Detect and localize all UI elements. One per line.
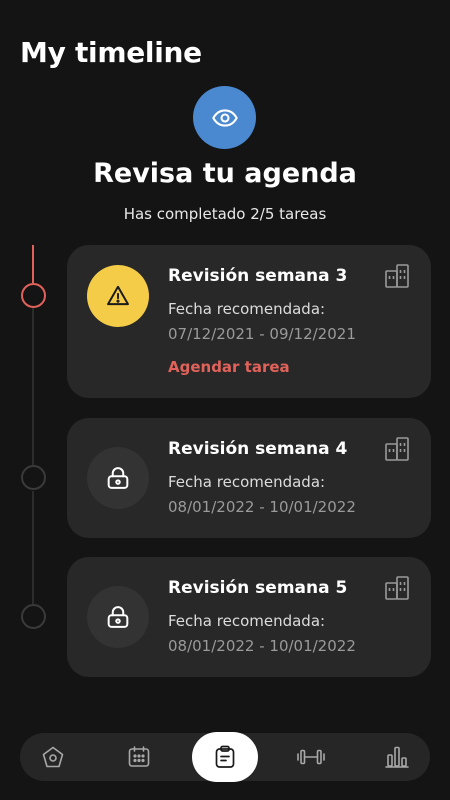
calendar-icon xyxy=(128,746,150,767)
lock-icon xyxy=(87,586,149,648)
dumbbell-icon xyxy=(297,749,325,765)
card-title: Revisión semana 3 xyxy=(168,266,348,286)
nav-calendar-button[interactable] xyxy=(106,733,172,781)
page-title: My timeline xyxy=(20,36,202,69)
warning-icon xyxy=(87,265,149,327)
timeline-dot-current xyxy=(21,283,46,308)
card-dates: 08/01/2022 - 10/01/2022 xyxy=(168,637,356,655)
building-icon xyxy=(385,437,409,461)
clipboard-icon xyxy=(215,745,235,768)
lock-icon xyxy=(87,447,149,509)
bottom-navigation xyxy=(20,732,430,782)
nav-stats-button[interactable] xyxy=(364,733,430,781)
schedule-task-link[interactable]: Agendar tarea xyxy=(168,358,290,376)
agenda-title: Revisa tu agenda xyxy=(93,158,357,189)
nav-workout-button[interactable] xyxy=(278,733,344,781)
timeline-line xyxy=(32,491,34,604)
timeline-line xyxy=(32,308,34,465)
card-date-label: Fecha recomendada: xyxy=(168,612,326,630)
progress-subtitle: Has completado 2/5 tareas xyxy=(123,205,327,223)
task-card-week-4[interactable]: Revisión semana 4 Fecha recomendada: 08/… xyxy=(67,418,431,538)
eye-icon xyxy=(193,86,256,149)
bar-chart-icon xyxy=(385,746,409,768)
building-icon xyxy=(385,264,409,288)
building-icon xyxy=(385,576,409,600)
card-dates: 08/01/2022 - 10/01/2022 xyxy=(168,498,356,516)
task-card-week-5[interactable]: Revisión semana 5 Fecha recomendada: 08/… xyxy=(67,557,431,677)
card-date-label: Fecha recomendada: xyxy=(168,473,326,491)
card-dates: 07/12/2021 - 09/12/2021 xyxy=(168,325,356,343)
timeline-dot xyxy=(21,465,46,490)
card-title: Revisión semana 5 xyxy=(168,578,348,598)
nav-tasks-button[interactable] xyxy=(192,732,258,782)
timeline-line-active xyxy=(32,245,34,283)
timeline-dot xyxy=(21,604,46,629)
card-date-label: Fecha recomendada: xyxy=(168,300,326,318)
nav-home-button[interactable] xyxy=(20,733,86,781)
home-icon xyxy=(42,746,64,768)
task-card-week-3[interactable]: Revisión semana 3 Fecha recomendada: 07/… xyxy=(67,245,431,398)
card-title: Revisión semana 4 xyxy=(168,439,348,459)
